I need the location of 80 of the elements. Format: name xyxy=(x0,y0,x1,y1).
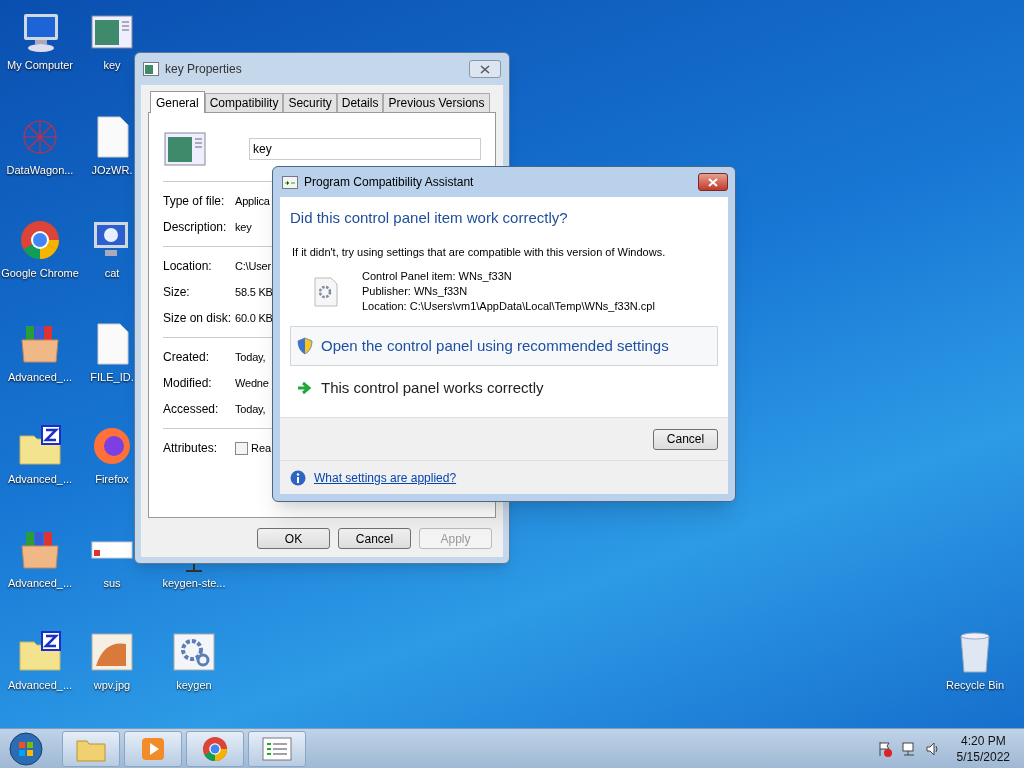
close-icon xyxy=(708,177,718,187)
clock-time[interactable]: 4:20 PM xyxy=(960,732,1006,749)
tab[interactable]: Details xyxy=(336,93,384,112)
dialog-button[interactable]: Cancel xyxy=(338,528,411,549)
info-icon xyxy=(290,469,306,486)
desktop-icon-label[interactable]: Firefox xyxy=(94,472,130,486)
window-icon xyxy=(143,62,159,76)
clock-date[interactable]: 5/15/2022 xyxy=(956,748,1010,765)
shield-icon xyxy=(297,337,313,355)
desktop-icon-label[interactable]: Advanced_... xyxy=(6,472,74,486)
zip-folder-icon xyxy=(18,424,62,468)
property-label: Size on disk: xyxy=(163,310,233,327)
property-label: Location: xyxy=(163,258,213,275)
attributes-label: Attributes: xyxy=(163,440,219,457)
chrome-icon xyxy=(18,218,62,262)
property-value: C:\User xyxy=(235,258,271,274)
start-orb-icon xyxy=(9,731,43,766)
taskbar-button[interactable] xyxy=(186,730,244,767)
desktop-icon-label[interactable]: DataWagon... xyxy=(5,163,75,177)
desktop-icon-label[interactable]: keygen-ste... xyxy=(161,576,227,590)
window-title: Program Compatibility Assistant xyxy=(304,174,474,191)
settings-file-icon xyxy=(314,276,338,307)
tab[interactable]: Security xyxy=(283,93,337,112)
program-detail: Control Panel item: WNs_f33N xyxy=(362,269,513,284)
desktop-icon-label[interactable]: JOzWR. xyxy=(90,163,134,177)
help-link[interactable]: What settings are applied? xyxy=(314,468,457,487)
zip-folder-icon xyxy=(18,630,62,674)
gear-icon xyxy=(172,630,216,674)
app-window-icon xyxy=(282,175,298,189)
property-label: Description: xyxy=(163,219,228,236)
command-link[interactable]: Open the control panel using recommended settings xyxy=(290,326,718,366)
tab[interactable]: Previous Versions xyxy=(383,93,490,112)
desktop-icon-label[interactable]: cat xyxy=(103,266,121,280)
taskbar-button[interactable] xyxy=(248,730,306,767)
arrow-icon xyxy=(297,381,313,395)
desktop-icon-label[interactable]: My Computer xyxy=(6,58,74,72)
desktop-icon-label[interactable]: Google Chrome xyxy=(0,266,80,280)
close-button[interactable] xyxy=(698,173,728,191)
media-player-icon xyxy=(141,736,165,761)
cancel-button[interactable]: Cancel xyxy=(653,428,718,450)
checkbox[interactable] xyxy=(235,441,248,455)
property-value: Applica xyxy=(235,193,270,209)
dialog-button[interactable]: OK xyxy=(257,528,330,549)
desktop-icon-label[interactable]: Advanced_... xyxy=(6,370,74,384)
property-value: Wedne xyxy=(235,375,269,391)
volume-icon[interactable] xyxy=(924,740,941,757)
image-icon xyxy=(90,630,134,674)
property-value: Today, xyxy=(235,401,266,417)
dialog-message: If it didn't, try using settings that are compatible with this version of Windows. xyxy=(292,244,667,260)
property-label: Size: xyxy=(163,284,191,301)
desktop-icon-label[interactable]: Advanced_... xyxy=(6,576,74,590)
tab[interactable]: General xyxy=(150,91,205,113)
action-center-flag-icon[interactable] xyxy=(876,740,893,757)
network-icon[interactable] xyxy=(900,740,917,757)
property-label: Modified: xyxy=(163,375,213,392)
desktop-icon-label[interactable]: sus xyxy=(102,576,122,590)
property-value: key xyxy=(235,219,252,235)
property-label: Created: xyxy=(163,349,211,366)
property-label: Accessed: xyxy=(163,401,220,418)
close-icon xyxy=(480,64,490,74)
chrome-icon xyxy=(201,734,229,763)
property-value: 60.0 KB xyxy=(235,310,273,326)
tab[interactable]: Compatibility xyxy=(204,93,284,112)
file-name-field[interactable]: key xyxy=(249,138,481,160)
list-window-icon xyxy=(262,736,292,761)
program-detail: Location: C:\Users\vm1\AppData\Local\Temp\WNs_f33N.cpl xyxy=(362,299,655,314)
start-button[interactable] xyxy=(6,730,46,767)
dialog-heading: Did this control panel item work correctly? xyxy=(290,208,569,228)
checkbox-label: Rea xyxy=(251,440,272,456)
window-title: key Properties xyxy=(165,61,242,78)
desktop-icon-label[interactable]: FILE_ID. xyxy=(89,370,135,384)
command-link[interactable]: This control panel works correctly xyxy=(290,368,718,408)
property-value: 58.5 KB xyxy=(235,284,273,300)
close-button[interactable] xyxy=(469,60,501,78)
desktop-icon-label[interactable]: Advanced_... xyxy=(6,678,74,692)
property-label: Type of file: xyxy=(163,193,226,210)
program-detail: Publisher: WNs_f33N xyxy=(362,284,469,299)
desktop-icon-label[interactable]: key xyxy=(102,58,122,72)
property-value: Today, xyxy=(235,349,266,365)
desktop-icon-label[interactable]: Recycle Bin xyxy=(944,678,1006,692)
